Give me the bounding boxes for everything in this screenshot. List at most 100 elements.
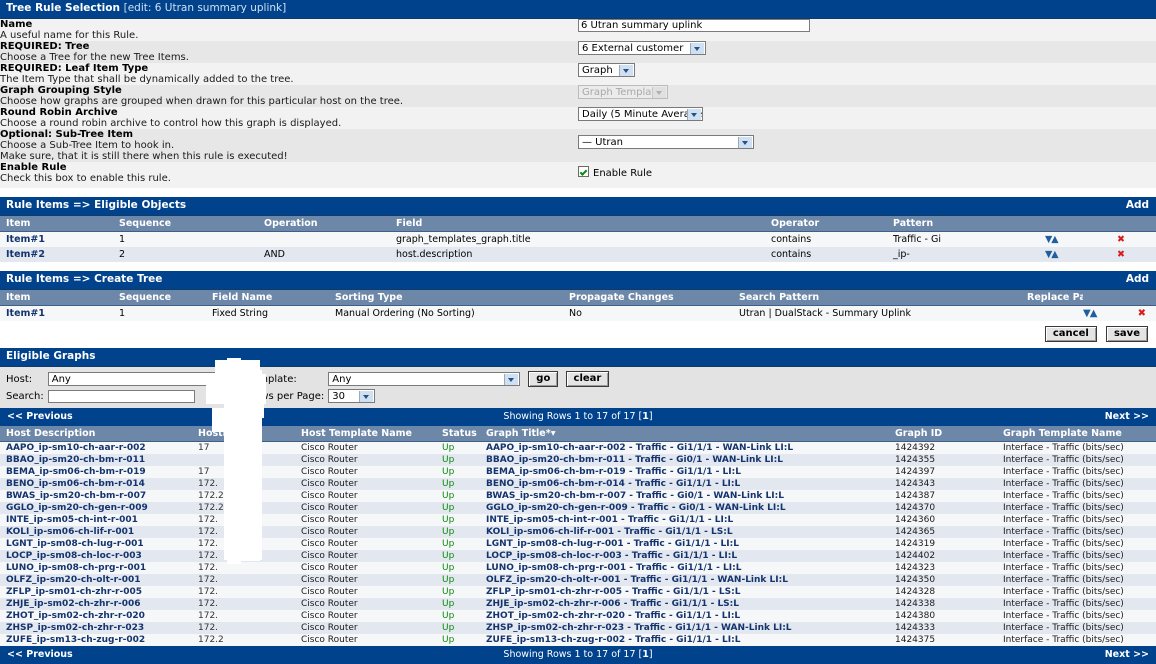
table-row[interactable]: BEMA_ip-sm06-ch-bm-r-019 17 Cisco Router Up…	[0, 466, 1156, 478]
graph-host-description[interactable]: LGNT_ip-sm08-ch-lug-r-001	[0, 538, 192, 550]
graph-host-description[interactable]: INTE_ip-sm05-ch-int-r-001	[0, 514, 192, 526]
save-button[interactable]: save	[1105, 326, 1148, 342]
table-row[interactable]: Item#1 1 graph_templates_graph.title con…	[0, 231, 1156, 248]
delete-icon[interactable]: ✖	[1111, 232, 1156, 248]
graph-host-description[interactable]: ZHJE_ip-sm02-ch-zhr-r-006	[0, 598, 192, 610]
col-search-pattern[interactable]: Search Pattern	[733, 290, 1021, 306]
sub-tree-item-select[interactable]: — Utran	[578, 135, 754, 149]
col-host-template-name[interactable]: Host Template Name	[295, 426, 436, 442]
col-sorting-type[interactable]: Sorting Type	[329, 290, 563, 306]
graph-title[interactable]: ZFLP_ip-sm01-ch-zhr-r-005 - Traffic - Gi…	[480, 586, 889, 598]
rows-per-page-select[interactable]: 30	[328, 389, 376, 403]
template-filter-select[interactable]: Any	[328, 372, 521, 386]
table-row[interactable]: KOLI_ip-sm06-ch-lif-r-001 172. Cisco Route…	[0, 526, 1156, 538]
graph-title[interactable]: ZHJE_ip-sm02-ch-zhr-r-006 - Traffic - Gi…	[480, 598, 889, 610]
move-updown-icon[interactable]: ▼▲	[1083, 308, 1097, 319]
table-row[interactable]: OLFZ_ip-sm20-ch-olt-r-001 172. Cisco Route…	[0, 574, 1156, 586]
next-page-link[interactable]: Next >>	[1105, 649, 1149, 660]
graph-title[interactable]: BBAO_ip-sm20-ch-bm-r-011 - Traffic - Gi0…	[480, 454, 889, 466]
go-button[interactable]: go	[528, 371, 559, 387]
graph-host-description[interactable]: BBAO_ip-sm20-ch-bm-r-011	[0, 454, 192, 466]
table-row[interactable]: GGLO_ip-sm20-ch-gen-r-009 172.2 Cisco Rout…	[0, 502, 1156, 514]
col-item[interactable]: Item	[0, 216, 113, 232]
current-page-number[interactable]: 1	[642, 649, 649, 660]
round-robin-archive-select[interactable]: Daily (5 Minute Average)	[578, 107, 703, 121]
graph-host-description[interactable]: ZUFE_ip-sm13-ch-zug-r-002	[0, 634, 192, 646]
graph-title[interactable]: KOLI_ip-sm06-ch-lif-r-001 - Traffic - Gi…	[480, 526, 889, 538]
col-field-name[interactable]: Field Name	[206, 290, 329, 306]
graph-title[interactable]: INTE_ip-sm05-ch-int-r-001 - Traffic - Gi…	[480, 514, 889, 526]
graph-title[interactable]: ZUFE_ip-sm13-ch-zug-r-002 - Traffic - Gi…	[480, 634, 889, 646]
table-row[interactable]: LOCP_ip-sm08-ch-loc-r-003 172. Cisco Route…	[0, 550, 1156, 562]
table-row[interactable]: ZFLP_ip-sm01-ch-zhr-r-005 172. Cisco Route…	[0, 586, 1156, 598]
enable-rule-checkbox[interactable]	[578, 166, 589, 177]
table-row[interactable]: ZHSP_ip-sm02-ch-zhr-r-023 172. Cisco Route…	[0, 622, 1156, 634]
col-sequence[interactable]: Sequence	[113, 216, 258, 232]
create-tree-add-link[interactable]: Add	[1126, 274, 1149, 285]
table-row[interactable]: BWAS_ip-sm20-ch-bm-r-007 172.2 Cisco Route…	[0, 490, 1156, 502]
move-updown-icon[interactable]: ▼▲	[1039, 247, 1111, 262]
col-status[interactable]: Status	[436, 426, 480, 442]
graph-host-description[interactable]: GGLO_ip-sm20-ch-gen-r-009	[0, 502, 192, 514]
col-field[interactable]: Field	[390, 216, 765, 232]
search-input[interactable]	[47, 389, 195, 403]
col-host-description[interactable]: Host Description	[0, 426, 192, 442]
delete-icon[interactable]: ✖	[1138, 308, 1146, 319]
delete-icon[interactable]: ✖	[1111, 247, 1156, 262]
graph-title[interactable]: AAPO_ip-sm10-ch-aar-r-002 - Traffic - Gi…	[480, 442, 889, 455]
graph-title[interactable]: ZHSP_ip-sm02-ch-zhr-r-023 - Traffic - Gi…	[480, 622, 889, 634]
col-hostname[interactable]: Hostname	[192, 426, 295, 442]
table-row[interactable]: LUNO_ip-sm08-ch-prg-r-001 172. Cisco Route…	[0, 562, 1156, 574]
graph-host-description[interactable]: ZHOT_ip-sm02-ch-zhr-r-020	[0, 610, 192, 622]
next-page-link[interactable]: Next >>	[1105, 411, 1149, 422]
col-pattern[interactable]: Pattern	[887, 216, 1039, 232]
host-filter-select[interactable]: Any	[47, 372, 236, 386]
col-graph-id[interactable]: Graph ID	[889, 426, 997, 442]
table-row[interactable]: ZUFE_ip-sm13-ch-zug-r-002 172.2 Cisco Rout…	[0, 634, 1156, 646]
col-operation[interactable]: Operation	[258, 216, 390, 232]
graph-title[interactable]: BENO_ip-sm06-ch-bm-r-014 - Traffic - Gi1…	[480, 478, 889, 490]
table-row[interactable]: ZHJE_ip-sm02-ch-zhr-r-006 172. Cisco Route…	[0, 598, 1156, 610]
table-row[interactable]: LGNT_ip-sm08-ch-lug-r-001 172. Cisco Route…	[0, 538, 1156, 550]
graph-host-description[interactable]: AAPO_ip-sm10-ch-aar-r-002	[0, 442, 192, 455]
graph-title[interactable]: BEMA_ip-sm06-ch-bm-r-019 - Traffic - Gi1…	[480, 466, 889, 478]
graph-host-description[interactable]: BWAS_ip-sm20-ch-bm-r-007	[0, 490, 192, 502]
row-item-link[interactable]: Item#2	[0, 247, 113, 262]
move-updown-icon[interactable]: ▼▲	[1039, 232, 1111, 248]
col-sequence[interactable]: Sequence	[113, 290, 206, 306]
graph-host-description[interactable]: KOLI_ip-sm06-ch-lif-r-001	[0, 526, 192, 538]
table-row[interactable]: ZHOT_ip-sm02-ch-zhr-r-020 172. Cisco Route…	[0, 610, 1156, 622]
table-row[interactable]: Item#1 1 Fixed String Manual Ordering (N…	[0, 305, 1156, 322]
eligible-objects-add-link[interactable]: Add	[1126, 200, 1149, 211]
graph-host-description[interactable]: BENO_ip-sm06-ch-bm-r-014	[0, 478, 192, 490]
current-page-number[interactable]: 1	[642, 411, 649, 422]
graph-title[interactable]: GGLO_ip-sm20-ch-gen-r-009 - Traffic - Gi…	[480, 502, 889, 514]
row-item-link[interactable]: Item#1	[0, 306, 113, 322]
rule-name-input[interactable]	[578, 19, 810, 32]
graph-host-description[interactable]: BEMA_ip-sm06-ch-bm-r-019	[0, 466, 192, 478]
graph-host-description[interactable]: OLFZ_ip-sm20-ch-olt-r-001	[0, 574, 192, 586]
graph-host-description[interactable]: LUNO_ip-sm08-ch-prg-r-001	[0, 562, 192, 574]
row-item-link[interactable]: Item#1	[0, 232, 113, 248]
graph-host-description[interactable]: ZFLP_ip-sm01-ch-zhr-r-005	[0, 586, 192, 598]
col-operator[interactable]: Operator	[765, 216, 887, 232]
col-propagate-changes[interactable]: Propagate Changes	[563, 290, 733, 306]
graph-title[interactable]: LOCP_ip-sm08-ch-loc-r-003 - Traffic - Gi…	[480, 550, 889, 562]
table-row[interactable]: AAPO_ip-sm10-ch-aar-r-002 17 Cisco Router U…	[0, 441, 1156, 455]
table-row[interactable]: INTE_ip-sm05-ch-int-r-001 172. Cisco Route…	[0, 514, 1156, 526]
leaf-item-type-select[interactable]: Graph	[578, 63, 635, 77]
graph-title[interactable]: ZHOT_ip-sm02-ch-zhr-r-020 - Traffic - Gi…	[480, 610, 889, 622]
clear-button[interactable]: clear	[565, 371, 610, 387]
graph-title[interactable]: LUNO_ip-sm08-ch-prg-r-001 - Traffic - Gi…	[480, 562, 889, 574]
graph-title[interactable]: LGNT_ip-sm08-ch-lug-r-001 - Traffic - Gi…	[480, 538, 889, 550]
cancel-button[interactable]: cancel	[1044, 326, 1097, 342]
col-replace-pattern[interactable]: Replace Pattern	[1021, 290, 1083, 306]
table-row[interactable]: Item#2 2 AND host.description contains _…	[0, 247, 1156, 262]
col-item[interactable]: Item	[0, 290, 113, 306]
graph-host-description[interactable]: LOCP_ip-sm08-ch-loc-r-003	[0, 550, 192, 562]
tree-select[interactable]: 6 External customer	[578, 41, 706, 55]
graph-host-description[interactable]: ZHSP_ip-sm02-ch-zhr-r-023	[0, 622, 192, 634]
col-graph-template-name[interactable]: Graph Template Name	[997, 426, 1156, 442]
graph-title[interactable]: OLFZ_ip-sm20-ch-olt-r-001 - Traffic - Gi…	[480, 574, 889, 586]
table-row[interactable]: BBAO_ip-sm20-ch-bm-r-011 Cisco Router Up BB…	[0, 454, 1156, 466]
